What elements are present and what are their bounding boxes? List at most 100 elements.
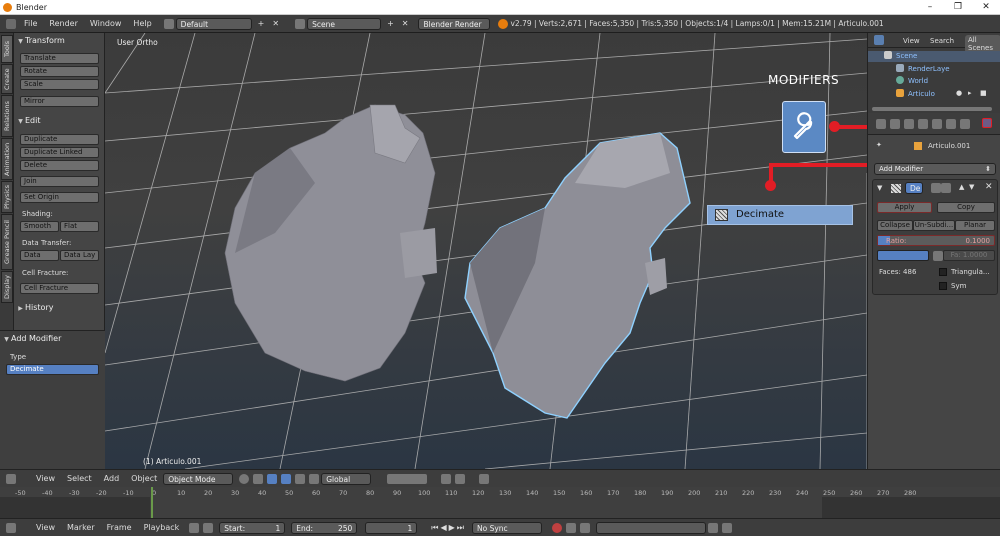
screen-layout-field[interactable]: Default (175, 17, 252, 30)
apply-button[interactable]: Apply (877, 202, 932, 213)
edit-panel-header[interactable]: ▼ Edit (16, 114, 103, 127)
selectable-cursor-icon[interactable]: ▸ (968, 89, 972, 97)
preview-range-icon[interactable] (189, 522, 200, 533)
remove-modifier-icon[interactable]: ✕ (985, 182, 993, 192)
collapse-triangle-icon[interactable]: ▼ (877, 184, 882, 192)
render-camera-icon[interactable]: ■ (980, 89, 987, 97)
menu-view[interactable]: View (30, 474, 61, 483)
translate-button[interactable]: Translate (20, 53, 99, 64)
data-layout-button[interactable]: Data Lay (60, 250, 99, 261)
modifiers-tab-icon[interactable] (982, 118, 992, 128)
snap-icon[interactable] (441, 473, 452, 484)
tab-create[interactable]: Create (1, 64, 13, 94)
lock-icon[interactable] (203, 522, 214, 533)
unsubdivide-mode-button[interactable]: Un-Subdi... (913, 220, 955, 231)
remove-scene-icon[interactable]: ✕ (400, 19, 411, 28)
scene-tab-icon[interactable] (904, 119, 914, 129)
data-button[interactable]: Data (20, 250, 59, 261)
display-viewport-icon[interactable] (941, 183, 951, 193)
outliner-search-menu[interactable]: Search (930, 37, 954, 45)
menu-object[interactable]: Object (125, 474, 163, 483)
history-panel-header[interactable]: ▶ History (16, 301, 103, 314)
invert-toggle-icon[interactable] (933, 251, 943, 261)
duplicate-linked-button[interactable]: Duplicate Linked (20, 147, 99, 158)
move-down-icon[interactable]: ▼ (969, 183, 974, 191)
data-tab-icon[interactable] (960, 119, 970, 129)
remove-layout-icon[interactable]: ✕ (270, 19, 281, 28)
add-modifier-select[interactable]: Add Modifier ⬍ (874, 163, 996, 175)
3d-viewport[interactable]: User Ortho (1) Articulo.001 (105, 33, 867, 469)
outliner-row[interactable]: Scene (868, 51, 1000, 62)
factor-field[interactable]: Fa: 1.0000 (943, 250, 995, 261)
outliner-row[interactable]: Articulo ● ▸ ■ (868, 89, 1000, 100)
menu-file[interactable]: File (18, 19, 43, 28)
snap-element-icon[interactable] (455, 473, 466, 484)
outliner-view-menu[interactable]: View (903, 37, 920, 45)
add-layout-icon[interactable]: + (252, 19, 271, 28)
3d-view-editor-icon[interactable] (6, 473, 16, 484)
render-preview-icon[interactable] (479, 473, 490, 484)
menu-frame[interactable]: Frame (101, 523, 138, 532)
menu-marker[interactable]: Marker (61, 523, 101, 532)
smooth-button[interactable]: Smooth (20, 221, 59, 232)
collapse-mode-button[interactable]: Collapse (877, 220, 913, 231)
record-icon[interactable] (552, 522, 562, 533)
move-up-icon[interactable]: ▲ (959, 183, 964, 191)
outliner-row[interactable]: World (868, 76, 1000, 87)
outliner-editor-icon[interactable] (874, 35, 884, 45)
mirror-button[interactable]: Mirror (20, 96, 99, 107)
display-render-icon[interactable] (931, 183, 941, 193)
join-button[interactable]: Join (20, 176, 99, 187)
planar-mode-button[interactable]: Planar (955, 220, 995, 231)
tab-physics[interactable]: Physics (1, 181, 13, 213)
scale-button[interactable]: Scale (20, 79, 99, 90)
rotate-manipulator-icon[interactable] (295, 473, 306, 484)
modifier-type-select[interactable]: Decimate (6, 364, 99, 375)
render-layers-tab-icon[interactable] (890, 119, 900, 129)
transform-panel-header[interactable]: ▼ Transform (16, 34, 103, 47)
flat-button[interactable]: Flat (60, 221, 99, 232)
render-tab-icon[interactable] (876, 119, 886, 129)
keyframe-remove-icon[interactable] (722, 522, 732, 533)
pin-icon[interactable]: ✦ (876, 141, 882, 149)
minimize-button[interactable]: – (916, 0, 944, 15)
tab-animation[interactable]: Animation (1, 138, 13, 180)
menu-select[interactable]: Select (61, 474, 98, 483)
keyframe-add-icon[interactable] (708, 522, 718, 533)
end-frame-field[interactable]: End: 250 (291, 521, 358, 534)
vertex-group-field[interactable] (877, 250, 929, 261)
menu-playback[interactable]: Playback (138, 523, 186, 532)
set-origin-select[interactable]: Set Origin (20, 192, 99, 203)
start-frame-field[interactable]: Start: 1 (219, 521, 286, 534)
menu-view[interactable]: View (30, 523, 61, 532)
current-frame-cursor[interactable] (151, 487, 153, 518)
scale-manipulator-icon[interactable] (309, 473, 320, 484)
menu-render[interactable]: Render (43, 19, 83, 28)
playback-controls-icon[interactable]: ⏮◀▶⏭ (425, 523, 472, 533)
modifier-name-field[interactable]: De (905, 182, 923, 194)
triangulate-checkbox[interactable] (939, 268, 947, 276)
outliner-scrollbar[interactable] (872, 107, 992, 111)
tab-tools[interactable]: Tools (1, 35, 13, 63)
info-editor-icon[interactable] (6, 18, 16, 29)
translate-manipulator-icon[interactable] (281, 473, 292, 484)
copy-button[interactable]: Copy (937, 202, 995, 213)
manipulator-toggle-icon[interactable] (267, 473, 278, 484)
operator-panel-header[interactable]: ▼ Add Modifier (2, 332, 89, 345)
viewport-shading-icon[interactable] (239, 473, 250, 484)
rotate-button[interactable]: Rotate (20, 66, 99, 77)
ratio-slider[interactable]: Ratio: 0.1000 (877, 235, 995, 246)
delete-button[interactable]: Delete (20, 160, 99, 171)
add-scene-icon[interactable]: + (381, 19, 400, 28)
current-frame-field[interactable]: 1 (365, 521, 418, 534)
constraints-tab-icon[interactable] (946, 119, 956, 129)
maximize-button[interactable]: ❐ (944, 0, 972, 15)
close-window-button[interactable]: ✕ (972, 0, 1000, 15)
object-tab-icon[interactable] (932, 119, 942, 129)
keyframe-insert-icon[interactable] (580, 522, 590, 533)
outliner-row[interactable]: RenderLaye (868, 64, 1000, 75)
keying-set-icon[interactable] (566, 522, 576, 533)
tab-display[interactable]: Display (1, 271, 13, 303)
tab-grease-pencil[interactable]: Grease Pencil (1, 214, 13, 270)
pivot-point-icon[interactable] (253, 473, 264, 484)
